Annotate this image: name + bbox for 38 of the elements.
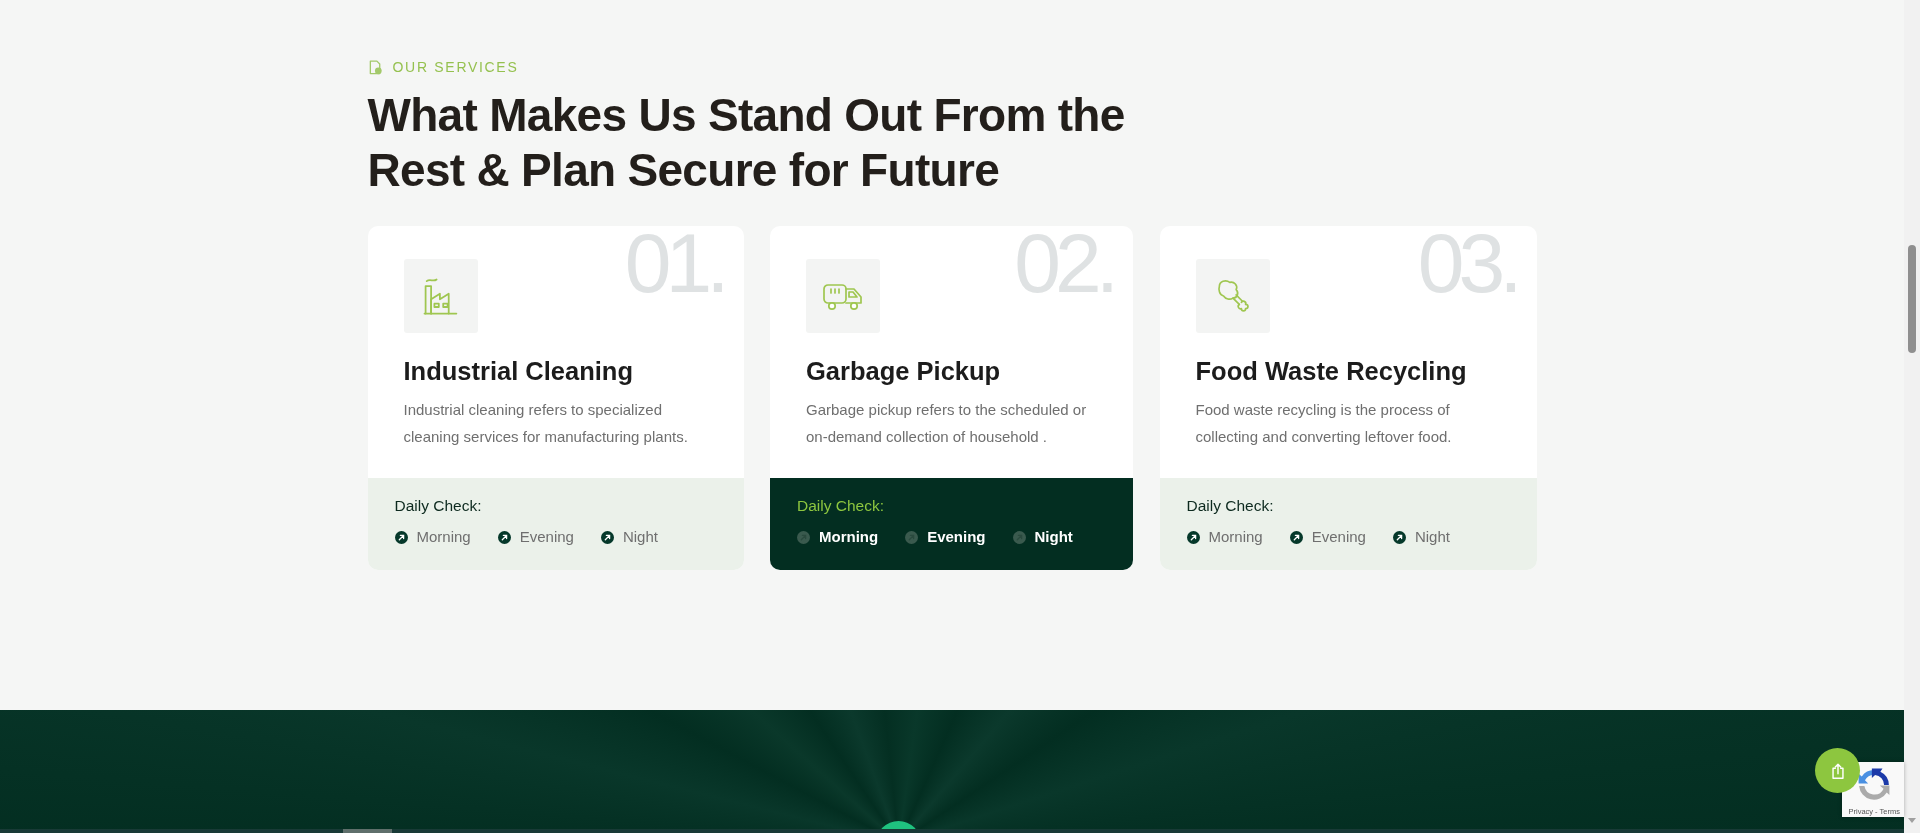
time-label: Evening: [1311, 527, 1366, 547]
card-description: Industrial cleaning refers to specialized cleaning services for manufacturing plants.: [403, 400, 689, 447]
card-title: Industrial Cleaning: [403, 356, 635, 386]
time-label: Night: [1414, 527, 1450, 547]
factory-icon: [403, 259, 478, 333]
daily-check-label: Daily Check:: [1186, 496, 1274, 516]
document-icon: [367, 59, 383, 75]
scroll-down-arrow-icon[interactable]: [1908, 818, 1916, 823]
arrow-circle-icon: [797, 530, 810, 544]
scrollbar-thumb[interactable]: [1908, 245, 1916, 353]
time-label: Morning: [1208, 527, 1263, 547]
daily-check-label: Daily Check:: [797, 496, 884, 516]
card-title: Garbage Pickup: [806, 356, 1002, 386]
arrow-circle-icon: [600, 530, 614, 544]
circular-arrows-icon: [1857, 768, 1891, 802]
card-description: Food waste recycling is the process of collecting and converting leftover food.: [1195, 400, 1453, 447]
arrow-circle-icon: [1012, 530, 1026, 544]
section-heading: What Makes Us Stand Out From the Rest & Plan Secure for Future: [367, 88, 1126, 198]
time-label: Morning: [819, 527, 879, 547]
time-label: Morning: [416, 527, 471, 547]
daily-check-label: Daily Check:: [394, 496, 482, 516]
arrow-circle-icon: [497, 530, 511, 544]
arrow-circle-icon: [1186, 530, 1200, 544]
arrow-circle-icon: [1289, 530, 1303, 544]
photo-placeholder: [343, 829, 392, 833]
time-label: Night: [622, 527, 658, 547]
arrow-circle-icon: [394, 530, 408, 544]
time-label: Night: [1034, 527, 1073, 547]
time-label: Evening: [927, 527, 986, 547]
arrow-circle-icon: [905, 530, 919, 544]
card-title: Food Waste Recycling: [1195, 356, 1468, 386]
truck-icon: [806, 259, 880, 333]
scrollbar-track[interactable]: [1904, 0, 1920, 833]
card-description: Garbage pickup refers to the scheduled or on-demand collection of household .: [806, 400, 1088, 447]
arrow-circle-icon: [1392, 530, 1406, 544]
time-label: Evening: [519, 527, 574, 547]
section-eyebrow: OUR SERVICES: [392, 58, 519, 76]
drumstick-icon: [1195, 259, 1270, 333]
